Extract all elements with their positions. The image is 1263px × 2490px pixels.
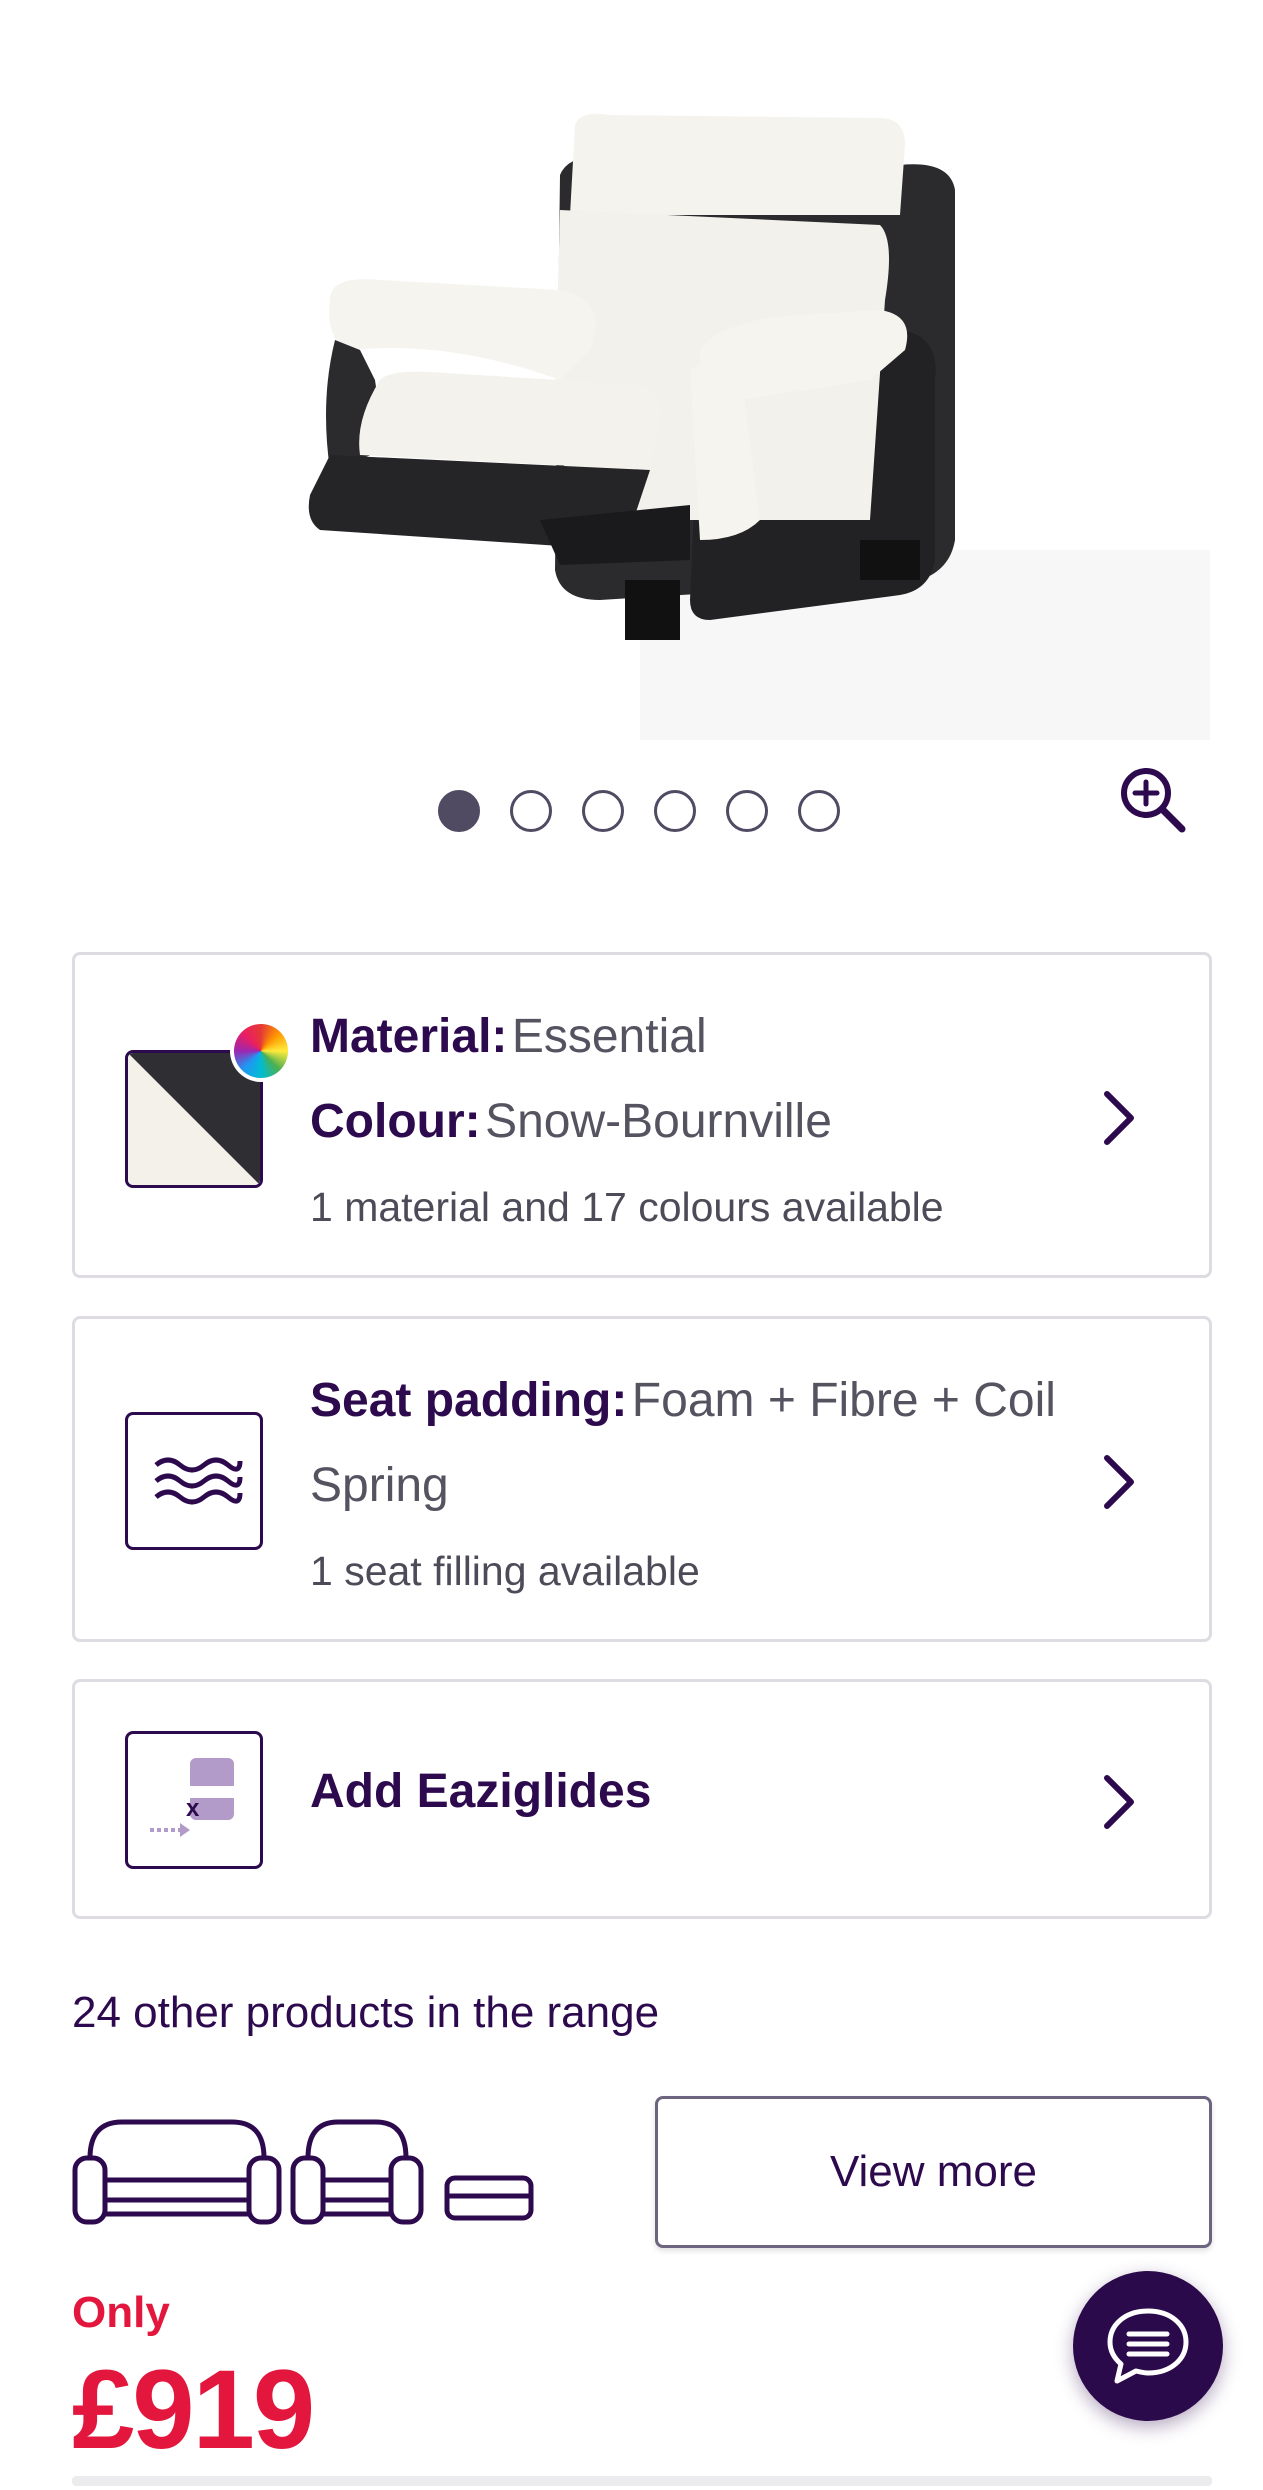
carousel-dots [438, 790, 840, 832]
material-colour-option[interactable]: Material: Essential Colour: Snow-Bournvi… [72, 952, 1212, 1278]
price-amount: £919 [72, 2347, 315, 2472]
eaziglides-icon: x [125, 1731, 263, 1869]
chat-icon [1107, 2308, 1189, 2384]
chevron-right-icon [1099, 1454, 1139, 1510]
waves-icon [125, 1412, 263, 1550]
seat-padding-option[interactable]: Seat padding: Foam + Fibre + Coil Spring… [72, 1316, 1212, 1642]
product-image[interactable] [0, 0, 1263, 740]
footstool-icon [444, 2175, 534, 2221]
padding-availability: 1 seat filling available [310, 1548, 700, 1594]
svg-text:x: x [186, 1795, 200, 1822]
material-availability: 1 material and 17 colours available [310, 1184, 944, 1230]
carousel-dot-1[interactable] [438, 790, 480, 832]
carousel-dot-4[interactable] [654, 790, 696, 832]
carousel-dot-5[interactable] [726, 790, 768, 832]
colour-label: Colour: [310, 1095, 481, 1148]
view-more-button[interactable]: View more [655, 2096, 1212, 2248]
colour-wheel-icon [230, 1020, 292, 1082]
padding-label: Seat padding: [310, 1374, 628, 1427]
colour-value: Snow-Bournville [485, 1095, 832, 1148]
carousel-dot-2[interactable] [510, 790, 552, 832]
carousel-dot-3[interactable] [582, 790, 624, 832]
range-product-icons [72, 2118, 552, 2233]
material-label: Material: [310, 1010, 508, 1063]
divider [72, 2476, 1212, 2486]
carousel-dot-6[interactable] [798, 790, 840, 832]
chevron-right-icon [1099, 1774, 1139, 1830]
chat-button[interactable] [1073, 2271, 1223, 2421]
sofa-icon [72, 2119, 282, 2225]
recliner-chair-image [308, 113, 1210, 740]
eaziglides-option[interactable]: x Add Eaziglides [72, 1679, 1212, 1919]
eaziglides-label: Add Eaziglides [310, 1765, 652, 1818]
armchair-icon [290, 2119, 424, 2225]
price-prefix: Only [72, 2288, 170, 2337]
chevron-right-icon [1099, 1090, 1139, 1146]
zoom-in-icon[interactable] [1118, 765, 1188, 835]
range-count-text: 24 other products in the range [72, 1988, 660, 2037]
material-value: Essential [511, 1010, 707, 1063]
